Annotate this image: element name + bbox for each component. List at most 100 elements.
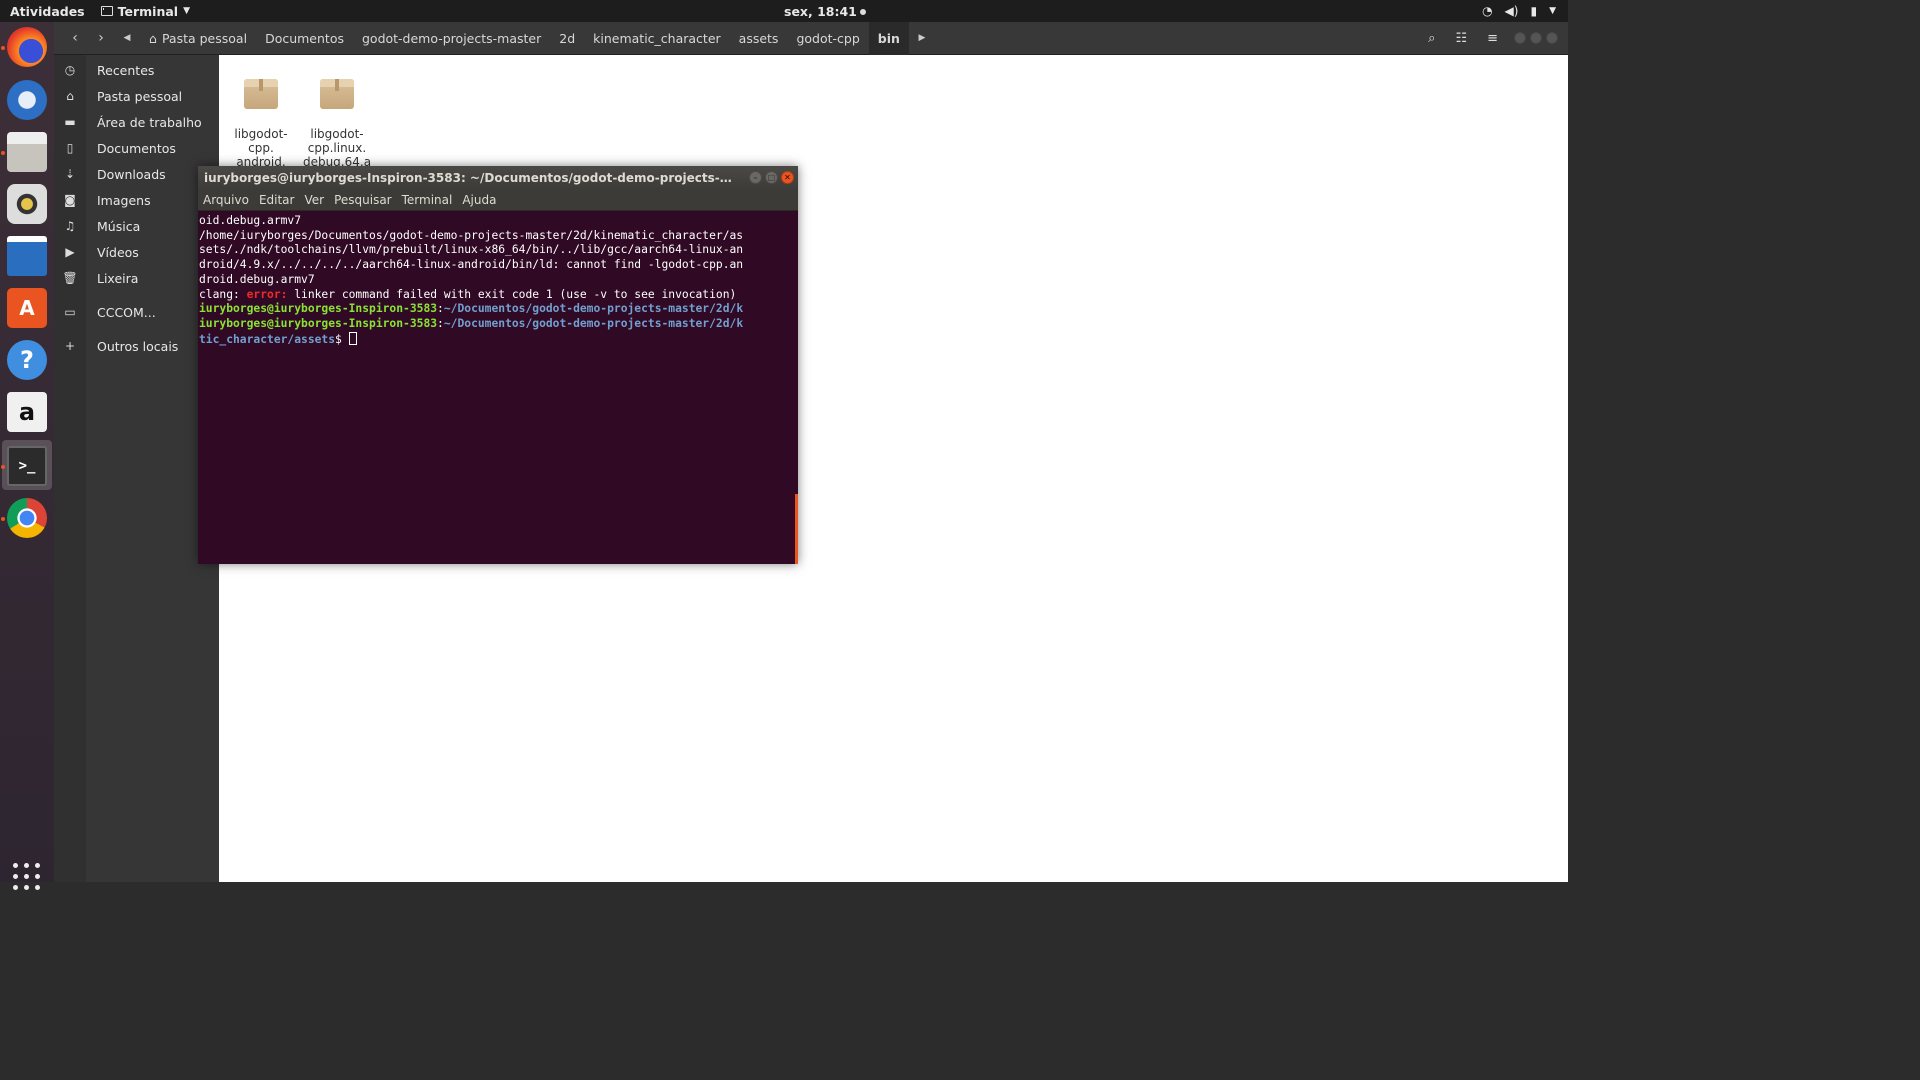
breadcrumb-right-icon[interactable]: ▶ — [909, 33, 935, 43]
amazon-icon[interactable]: a — [7, 392, 47, 432]
sidebar-item-label: Lixeira — [97, 270, 139, 286]
breadcrumb-assets[interactable]: assets — [730, 22, 788, 55]
prompt-path: ~/Documentos/godot-demo-projects-master/… — [443, 316, 744, 330]
package-icon — [244, 79, 278, 109]
output-line: clang: error: linker command failed with… — [199, 288, 798, 303]
minimize-button[interactable]: – — [749, 171, 762, 184]
prompt-user: iuryborges@iuryborges-Inspiron-3583 — [199, 316, 438, 330]
software-center-icon[interactable]: A — [7, 288, 47, 328]
output-line: sets/./ndk/toolchains/llvm/prebuilt/linu… — [199, 243, 744, 257]
error-message: linker command failed with exit code 1 (… — [287, 287, 737, 301]
close-button[interactable]: ✕ — [781, 171, 794, 184]
clock-icon: ◷ — [64, 63, 76, 77]
breadcrumb-godot-cpp[interactable]: godot-cpp — [787, 22, 868, 55]
running-indicator — [1, 151, 5, 155]
thunderbird-icon[interactable] — [7, 80, 47, 120]
wifi-icon: ◔ — [1482, 4, 1493, 18]
forward-icon[interactable]: › — [88, 30, 114, 46]
prompt-user: iuryborges@iuryborges-Inspiron-3583 — [199, 302, 438, 316]
sidebar-item-recentes[interactable]: ◷ Recentes — [54, 57, 219, 83]
terminal-scrollbar[interactable] — [795, 494, 798, 564]
output-line: oid.debug.armv7 — [199, 214, 302, 227]
sidebar-item-label: Outros locais — [97, 338, 179, 354]
breadcrumb-kinematic[interactable]: kinematic_character — [584, 22, 730, 55]
home-icon: ⌂ — [66, 89, 74, 103]
search-icon[interactable]: ⌕ — [1428, 31, 1435, 46]
menu-ver[interactable]: Ver — [304, 193, 324, 207]
prompt-dollar: $ — [335, 332, 349, 346]
sidebar-item-videos[interactable]: ▶ Vídeos — [54, 239, 219, 265]
help-icon[interactable]: ? — [7, 340, 47, 380]
drive-icon: ▭ — [64, 305, 76, 319]
text-cursor — [348, 331, 357, 345]
menu-icon[interactable]: ≡ — [1487, 31, 1498, 46]
sidebar-item-documentos[interactable]: ▯ Documentos — [54, 135, 219, 161]
sidebar-item-label: Recentes — [97, 62, 155, 78]
rhythmbox-icon[interactable] — [7, 184, 47, 224]
minimize-button[interactable] — [1514, 32, 1526, 44]
maximize-button[interactable]: □ — [765, 171, 778, 184]
running-indicator — [1, 517, 5, 521]
download-icon: ⇣ — [64, 167, 76, 181]
breadcrumb-bin[interactable]: bin — [868, 21, 909, 55]
system-tray[interactable]: ◔ ◀) ▮ ▼ — [1482, 4, 1556, 18]
terminal-window[interactable]: iuryborges@iuryborges-Inspiron-3583: ~/D… — [198, 166, 798, 564]
breadcrumb-left-icon[interactable]: ◀ — [114, 33, 140, 43]
sidebar-item-downloads[interactable]: ⇣ Downloads — [54, 161, 219, 187]
breadcrumb-home[interactable]: ⌂ Pasta pessoal — [140, 22, 256, 55]
output-line: droid.debug.armv7 — [199, 272, 315, 286]
menu-terminal[interactable]: Terminal — [402, 193, 453, 207]
sidebar-item-cccom[interactable]: ▭ CCCOM... — [54, 299, 219, 325]
sidebar-item-label: Downloads — [97, 166, 166, 182]
files-headerbar: ‹ › ◀ ⌂ Pasta pessoal Documentos godot-de… — [54, 21, 1568, 55]
output-line: droid/4.9.x/../../../../aarch64-linux-an… — [199, 258, 744, 272]
close-button[interactable] — [1546, 32, 1558, 44]
maximize-button[interactable] — [1530, 32, 1542, 44]
folder-icon: ▬ — [64, 115, 76, 129]
app-menu-label: Terminal — [117, 3, 179, 19]
terminal-icon[interactable]: >_ — [7, 446, 47, 486]
chrome-icon[interactable] — [7, 498, 47, 538]
sidebar-item-lixeira[interactable]: 🗑 Lixeira — [54, 265, 219, 291]
sidebar-item-label: Vídeos — [97, 244, 139, 260]
menu-editar[interactable]: Editar — [259, 193, 295, 207]
prompt-line: iuryborges@iuryborges-Inspiron-3583:~/Do… — [199, 302, 798, 317]
terminal-title: iuryborges@iuryborges-Inspiron-3583: ~/D… — [204, 171, 744, 185]
breadcrumb-documentos[interactable]: Documentos — [256, 22, 353, 55]
prompt-line: iuryborges@iuryborges-Inspiron-3583:~/Do… — [199, 317, 798, 332]
menu-ajuda[interactable]: Ajuda — [462, 193, 496, 207]
plus-icon: + — [64, 339, 76, 353]
sidebar-item-pasta-pessoal[interactable]: ⌂ Pasta pessoal — [54, 83, 219, 109]
sidebar-item-outros-locais[interactable]: + Outros locais — [54, 333, 219, 359]
terminal-titlebar[interactable]: iuryborges@iuryborges-Inspiron-3583: ~/D… — [198, 166, 798, 190]
back-icon[interactable]: ‹ — [62, 30, 88, 46]
music-icon: ♫ — [64, 219, 76, 233]
top-bar: Atividades Terminal ▼ sex, 18:41 ◔ ◀) ▮ … — [0, 0, 1568, 22]
dock: A ? a >_ — [0, 22, 54, 890]
sidebar-item-label: Música — [97, 218, 141, 234]
menu-arquivo[interactable]: Arquivo — [203, 193, 249, 207]
sidebar-item-musica[interactable]: ♫ Música — [54, 213, 219, 239]
terminal-menubar: Arquivo Editar Ver Pesquisar Terminal Aj… — [198, 190, 798, 211]
activities-button[interactable]: Atividades — [0, 4, 95, 19]
prompt-colon: : — [437, 302, 444, 316]
running-indicator — [1, 465, 5, 469]
terminal-small-icon — [100, 6, 113, 16]
prompt-path: ~/Documentos/godot-demo-projects-master/… — [443, 302, 744, 316]
file-item[interactable]: libgodot- cpp.linux. debug.64.a — [300, 55, 374, 169]
breadcrumb-2d[interactable]: 2d — [550, 22, 584, 55]
running-indicator — [1, 46, 5, 50]
libreoffice-writer-icon[interactable] — [7, 236, 47, 276]
firefox-icon[interactable] — [7, 27, 47, 67]
terminal-output[interactable]: oid.debug.armv7/home/iuryborges/Document… — [198, 211, 798, 347]
sidebar-item-label: CCCOM... — [97, 304, 156, 320]
breadcrumb-godot-demo[interactable]: godot-demo-projects-master — [353, 22, 550, 55]
show-applications-icon[interactable] — [13, 863, 41, 891]
view-options-icon[interactable]: ☷ — [1455, 31, 1467, 46]
sidebar-item-imagens[interactable]: ◙ Imagens — [54, 187, 219, 213]
clock[interactable]: sex, 18:41 — [784, 4, 866, 19]
menu-pesquisar[interactable]: Pesquisar — [334, 193, 392, 207]
files-icon[interactable] — [7, 132, 47, 172]
sidebar-item-area-de-trabalho[interactable]: ▬ Área de trabalho — [54, 109, 219, 135]
app-menu[interactable]: Terminal ▼ — [95, 4, 190, 19]
